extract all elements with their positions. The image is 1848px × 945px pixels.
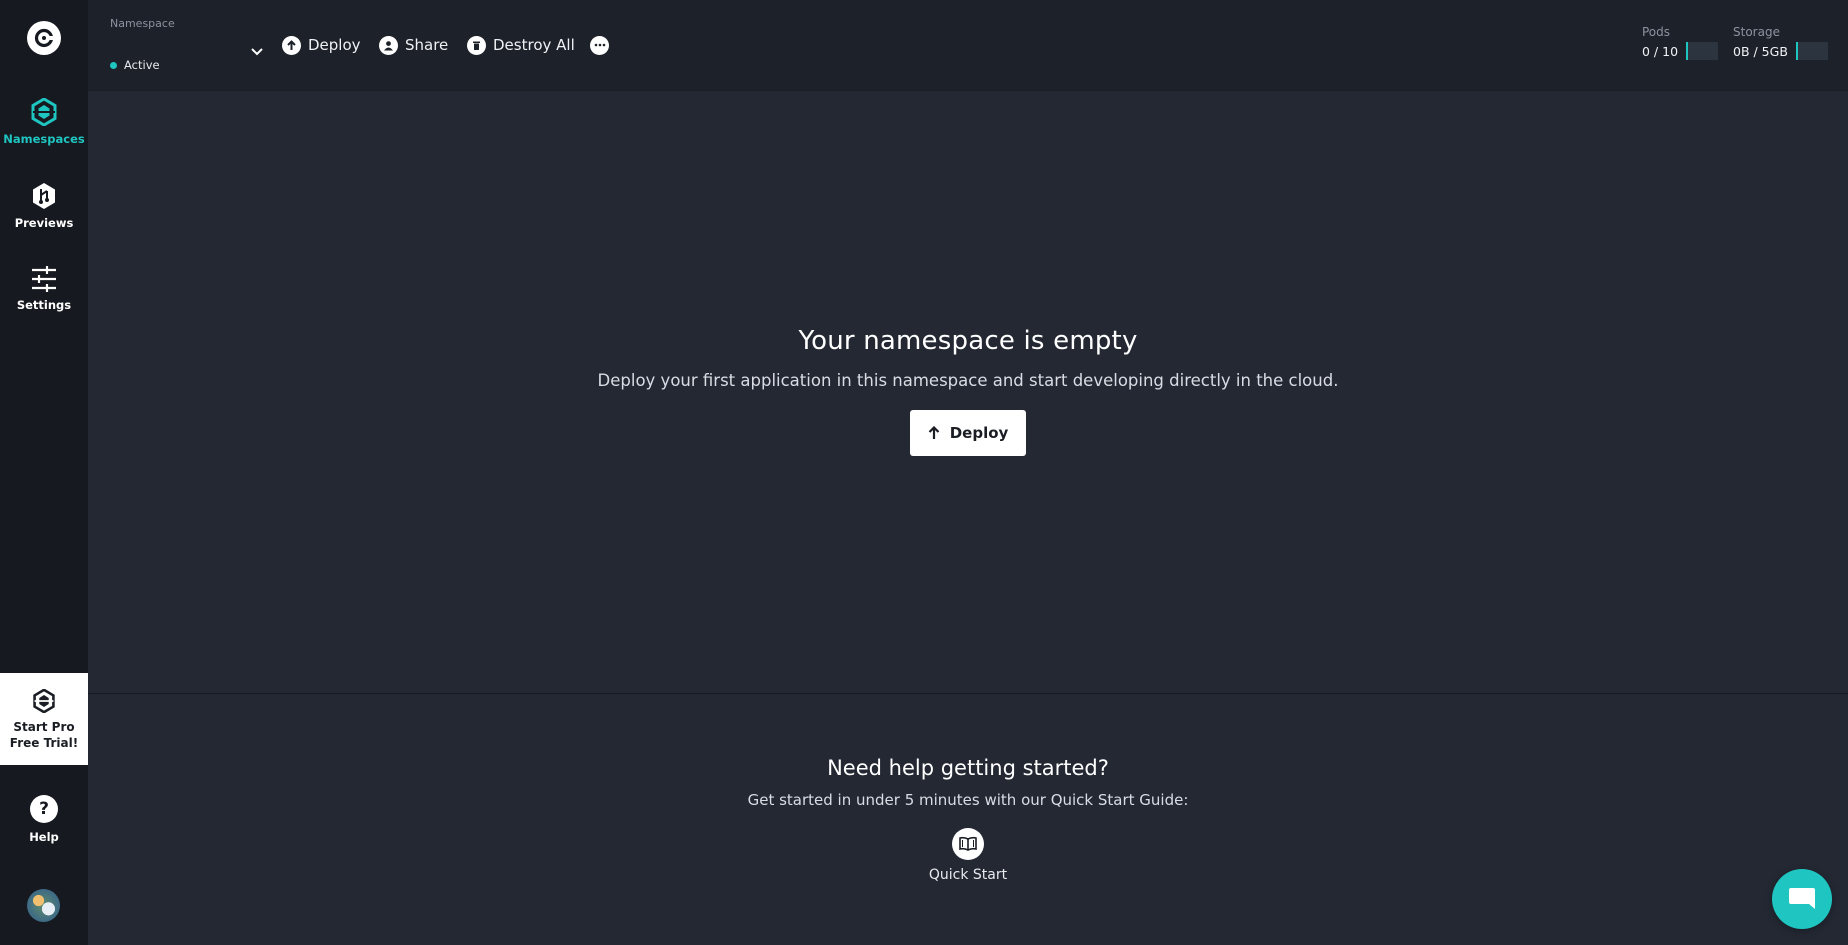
- deploy-action-label: Deploy: [308, 36, 361, 54]
- namespace-label: Namespace: [110, 17, 175, 30]
- sidebar-item-label: Namespaces: [3, 132, 85, 146]
- namespace-status: Active: [110, 58, 160, 72]
- deploy-button[interactable]: Deploy: [910, 410, 1026, 456]
- empty-state-description: Deploy your first application in this na…: [597, 371, 1339, 390]
- arrow-up-icon: [282, 35, 301, 55]
- settings-icon: [32, 266, 56, 292]
- help-button[interactable]: ? Help: [0, 795, 88, 844]
- user-icon: [379, 35, 398, 55]
- sidebar-item-settings[interactable]: Settings: [0, 266, 88, 312]
- more-actions-button[interactable]: [590, 34, 609, 56]
- help-section-description: Get started in under 5 minutes with our …: [747, 791, 1189, 809]
- sidebar-item-namespaces[interactable]: Namespaces: [0, 98, 88, 146]
- pods-usage-bar: [1686, 42, 1719, 60]
- namespaces-icon: [33, 689, 55, 713]
- share-action-label: Share: [405, 36, 449, 54]
- quick-start-link[interactable]: Quick Start: [918, 828, 1018, 883]
- destroy-all-action-button[interactable]: Destroy All: [467, 34, 575, 56]
- book-icon: [952, 828, 984, 860]
- okteto-logo[interactable]: [27, 21, 61, 55]
- help-section-title: Need help getting started?: [827, 756, 1109, 780]
- start-pro-trial-button[interactable]: Start Pro Free Trial!: [0, 673, 88, 765]
- app-root: Namespaces Previews Settings Start Pro F…: [0, 0, 1848, 945]
- chat-button[interactable]: [1772, 869, 1832, 929]
- trial-label-line2: Free Trial!: [9, 736, 79, 750]
- topbar: Namespace Active Deploy Share Destroy Al…: [88, 0, 1848, 91]
- sidebar-item-label: Settings: [16, 298, 72, 312]
- namespaces-icon: [31, 98, 57, 126]
- sidebar-item-previews[interactable]: Previews: [0, 182, 88, 230]
- status-dot-icon: [110, 61, 117, 69]
- storage-usage-bar: [1795, 42, 1828, 60]
- help-section: Need help getting started? Get started i…: [88, 694, 1848, 945]
- main-content: Your namespace is empty Deploy your firs…: [88, 92, 1848, 693]
- deploy-button-label: Deploy: [949, 424, 1009, 442]
- sidebar-item-label: Previews: [14, 216, 74, 230]
- empty-state-title: Your namespace is empty: [798, 326, 1138, 356]
- trial-label-line1: Start Pro: [13, 720, 75, 734]
- help-label: Help: [29, 830, 59, 844]
- previews-icon: [33, 183, 55, 209]
- destroy-all-action-label: Destroy All: [493, 36, 575, 54]
- chat-icon: [1789, 888, 1815, 909]
- help-icon: ?: [30, 795, 58, 823]
- trash-icon: [467, 35, 486, 55]
- pods-label: Pods: [1642, 25, 1671, 39]
- storage-value: 0B / 5GB: [1733, 43, 1788, 59]
- arrow-up-icon: [928, 426, 939, 439]
- chevron-down-icon: [251, 48, 263, 56]
- quick-start-label: Quick Start: [928, 867, 1008, 883]
- pods-usage: Pods 0 / 10: [1642, 25, 1719, 60]
- status-text: Active: [124, 58, 160, 72]
- storage-label: Storage: [1733, 25, 1780, 39]
- share-action-button[interactable]: Share: [379, 34, 448, 56]
- deploy-action-button[interactable]: Deploy: [282, 34, 361, 56]
- pods-value: 0 / 10: [1642, 43, 1679, 59]
- sidebar: Namespaces Previews Settings Start Pro F…: [0, 0, 88, 945]
- avatar[interactable]: [27, 889, 60, 922]
- storage-usage: Storage 0B / 5GB: [1733, 25, 1828, 60]
- more-icon: [590, 35, 609, 55]
